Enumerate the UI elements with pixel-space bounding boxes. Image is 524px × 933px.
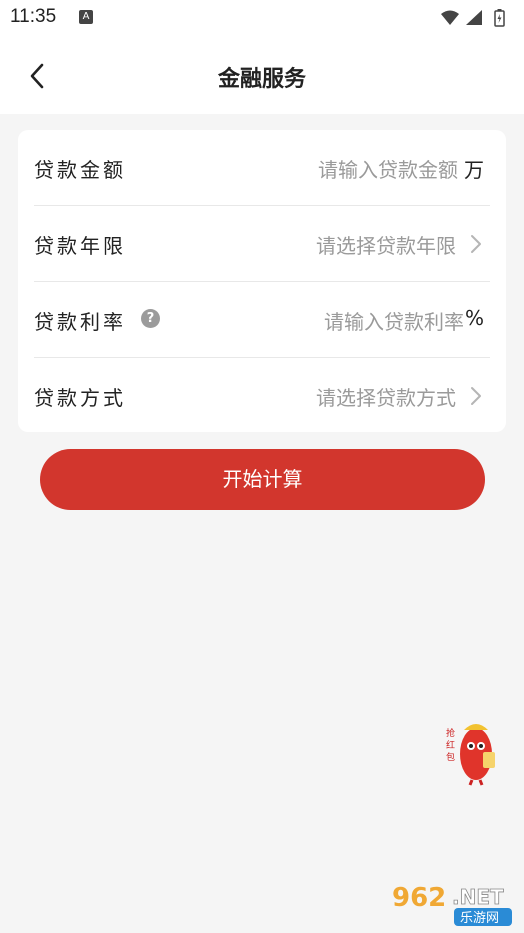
loan-method-label: 贷款方式 xyxy=(34,386,126,410)
a-icon: A xyxy=(79,10,93,24)
loan-rate-unit: % xyxy=(464,306,484,330)
loan-amount-unit: 万 xyxy=(464,158,484,182)
question-icon[interactable]: ? xyxy=(141,309,160,328)
chevron-right-icon xyxy=(471,235,481,253)
status-icons xyxy=(440,8,510,28)
battery-charging-icon xyxy=(494,9,505,27)
svg-text:.NET: .NET xyxy=(452,885,504,909)
loan-form-card: 贷款金额 请输入贷款金额 万 贷款年限 请选择贷款年限 贷款利率 ? 请输入贷款… xyxy=(18,130,506,432)
chevron-right-icon xyxy=(471,387,481,405)
loan-term-label: 贷款年限 xyxy=(34,234,126,258)
loan-term-select[interactable]: 请选择贷款年限 xyxy=(316,230,456,259)
loan-term-row[interactable]: 贷款年限 请选择贷款年限 xyxy=(34,206,490,282)
cell-signal-icon xyxy=(466,10,482,25)
loan-amount-input[interactable]: 请输入贷款金额 xyxy=(318,154,458,183)
loan-method-select[interactable]: 请选择贷款方式 xyxy=(316,382,456,411)
svg-text:抢: 抢 xyxy=(446,727,455,739)
red-packet-mascot-icon[interactable]: 抢 红 包 xyxy=(444,716,502,786)
status-bar: 11:35 A xyxy=(0,0,524,36)
svg-text:乐游网: 乐游网 xyxy=(460,911,499,926)
svg-text:红: 红 xyxy=(446,739,455,751)
loan-amount-row[interactable]: 贷款金额 请输入贷款金额 万 xyxy=(34,130,490,206)
site-watermark: 962 .NET 乐游网 xyxy=(388,880,516,928)
loan-method-row[interactable]: 贷款方式 请选择贷款方式 xyxy=(34,358,490,433)
page-title: 金融服务 xyxy=(217,67,306,92)
svg-text:962: 962 xyxy=(392,883,446,913)
nav-bar: 金融服务 xyxy=(0,36,524,114)
wifi-icon xyxy=(441,10,459,25)
loan-amount-label: 贷款金额 xyxy=(34,158,126,182)
loan-rate-row[interactable]: 贷款利率 ? 请输入贷款利率 % xyxy=(34,282,490,358)
loan-rate-label: 贷款利率 xyxy=(34,310,126,334)
loan-rate-input[interactable]: 请输入贷款利率 xyxy=(324,306,464,335)
start-calculation-button[interactable]: 开始计算 xyxy=(40,449,485,510)
svg-text:包: 包 xyxy=(446,751,455,763)
status-time: 11:35 xyxy=(10,6,57,27)
